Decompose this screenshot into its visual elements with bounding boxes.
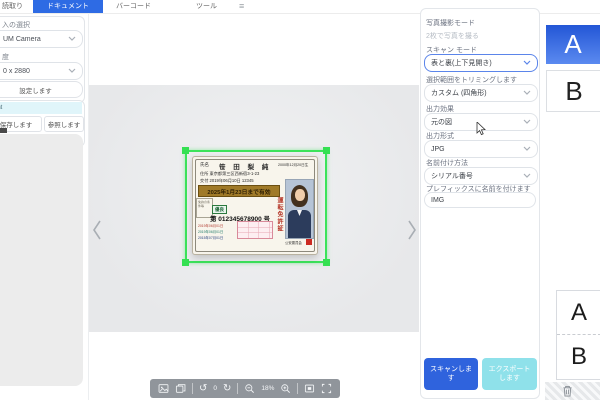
document-section-label: ment bbox=[0, 105, 2, 111]
license-authority: 公安委員会 bbox=[285, 240, 302, 245]
prev-page-arrow[interactable] bbox=[92, 219, 102, 241]
chevron-down-icon bbox=[523, 173, 531, 178]
combined-page-bottom: B bbox=[557, 334, 600, 378]
tab-document[interactable]: ドキュメント bbox=[33, 0, 103, 13]
fit-screen-icon[interactable] bbox=[304, 383, 315, 394]
device-select[interactable]: UM Camera bbox=[0, 30, 83, 48]
trash-icon[interactable] bbox=[562, 385, 573, 397]
license-class-table bbox=[237, 221, 273, 239]
license-name: 笹 田 梨 純 bbox=[219, 161, 271, 171]
prefix-input[interactable] bbox=[424, 192, 536, 208]
file-list-area[interactable] bbox=[0, 134, 83, 386]
copy-icon[interactable] bbox=[175, 383, 186, 394]
tab-barcode[interactable]: バーコード bbox=[116, 0, 151, 13]
hamburger-icon[interactable]: ≡ bbox=[239, 1, 244, 12]
naming-method-select[interactable]: シリアル番号 bbox=[424, 167, 538, 185]
combined-page-preview[interactable]: A B bbox=[556, 290, 600, 380]
crop-mode-select[interactable]: カスタム (四角形) bbox=[424, 84, 538, 102]
toolbar-separator bbox=[297, 383, 298, 394]
tab-tools[interactable]: ツール bbox=[196, 0, 217, 13]
license-date-row: 2019年06月01日 bbox=[198, 223, 223, 228]
output-format-select[interactable]: JPG bbox=[424, 140, 538, 158]
license-birthdate: 2000年12月20日生 bbox=[278, 163, 308, 168]
fullscreen-icon[interactable] bbox=[321, 383, 332, 394]
capture-mode-title: 写真撮影モード bbox=[426, 18, 475, 28]
export-button[interactable]: エクスポートします bbox=[482, 358, 537, 390]
chevron-down-icon bbox=[523, 60, 531, 65]
selection-handle-ne[interactable] bbox=[323, 147, 330, 154]
left-sidebar: 入の選択 UM Camera 度 0 x 2880 設定します ment 保存し… bbox=[0, 13, 88, 400]
apply-settings-button[interactable]: 設定します bbox=[0, 81, 83, 98]
selection-handle-se[interactable] bbox=[323, 259, 330, 266]
scan-button[interactable]: スキャンします bbox=[424, 358, 478, 390]
capture-mode-subtitle: 2枚で写真を撮る bbox=[426, 31, 479, 41]
zoom-in-icon[interactable] bbox=[280, 383, 291, 394]
chevron-down-icon bbox=[523, 146, 531, 151]
document-section-header: ment bbox=[0, 102, 82, 114]
license-card: 氏名 笹 田 梨 純 2000年12月20日生 住所 東京都第三区西新宿3-1-… bbox=[192, 156, 318, 255]
chevron-down-icon bbox=[523, 119, 531, 124]
zoom-level-value: 18% bbox=[261, 385, 274, 392]
naming-method-value: シリアル番号 bbox=[425, 171, 473, 181]
toolbar-separator bbox=[192, 383, 193, 394]
device-select-value: UM Camera bbox=[0, 36, 41, 43]
chevron-down-icon bbox=[68, 36, 76, 41]
browse-button[interactable]: 参照します bbox=[44, 116, 84, 132]
license-photo bbox=[285, 179, 314, 239]
thumbnail-sliver bbox=[0, 128, 7, 133]
canvas-toolbar: ↺ 0 ↻ 18% bbox=[150, 379, 340, 398]
page-thumbnail-b[interactable]: B bbox=[546, 70, 600, 112]
mouse-cursor bbox=[476, 122, 486, 136]
next-page-arrow[interactable] bbox=[407, 219, 417, 241]
resolution-select[interactable]: 0 x 2880 bbox=[0, 62, 83, 80]
output-format-value: JPG bbox=[425, 146, 445, 153]
license-address: 住所 東京都第三区西新宿3-1-23 bbox=[200, 171, 259, 177]
resolution-select-value: 0 x 2880 bbox=[0, 68, 30, 75]
image-icon[interactable] bbox=[158, 383, 169, 394]
selection-handle-nw[interactable] bbox=[182, 147, 189, 154]
toolbar-separator bbox=[237, 383, 238, 394]
crop-mode-value: カスタム (四角形) bbox=[425, 88, 487, 98]
license-issue-date: 交付 2019年06月10日 12345 bbox=[200, 178, 254, 184]
page-thumbnail-a-selected[interactable]: A bbox=[546, 25, 600, 64]
photo-face bbox=[295, 189, 305, 201]
resolution-label: 度 bbox=[2, 52, 9, 62]
scan-mode-value: 表と裏(上下見開き) bbox=[425, 58, 492, 68]
license-vertical-title: 運転免許証 bbox=[275, 197, 284, 249]
license-date-row: 2015年07月01日 bbox=[198, 235, 223, 240]
scan-mode-select[interactable]: 表と裏(上下見開き) bbox=[424, 54, 538, 72]
zoom-out-icon[interactable] bbox=[244, 383, 255, 394]
license-valid-until: 2025年1月23日まで有効 bbox=[198, 185, 280, 197]
tab-capture-fragment[interactable]: 読取り bbox=[2, 0, 23, 13]
authority-stamp bbox=[306, 239, 312, 245]
chevron-down-icon bbox=[523, 90, 531, 95]
chevron-down-icon bbox=[68, 68, 76, 73]
combined-page-top: A bbox=[557, 291, 600, 334]
device-select-label: 入の選択 bbox=[2, 20, 30, 30]
rotate-right-icon[interactable]: ↻ bbox=[223, 384, 231, 394]
rotate-angle-value: 0 bbox=[213, 385, 217, 392]
output-effect-value: 元の図 bbox=[425, 117, 452, 127]
rotate-left-icon[interactable]: ↺ bbox=[199, 384, 207, 394]
selection-handle-sw[interactable] bbox=[182, 259, 189, 266]
license-date-row: 2019年06月01日 bbox=[198, 229, 223, 234]
license-name-label: 氏名 bbox=[200, 162, 209, 168]
